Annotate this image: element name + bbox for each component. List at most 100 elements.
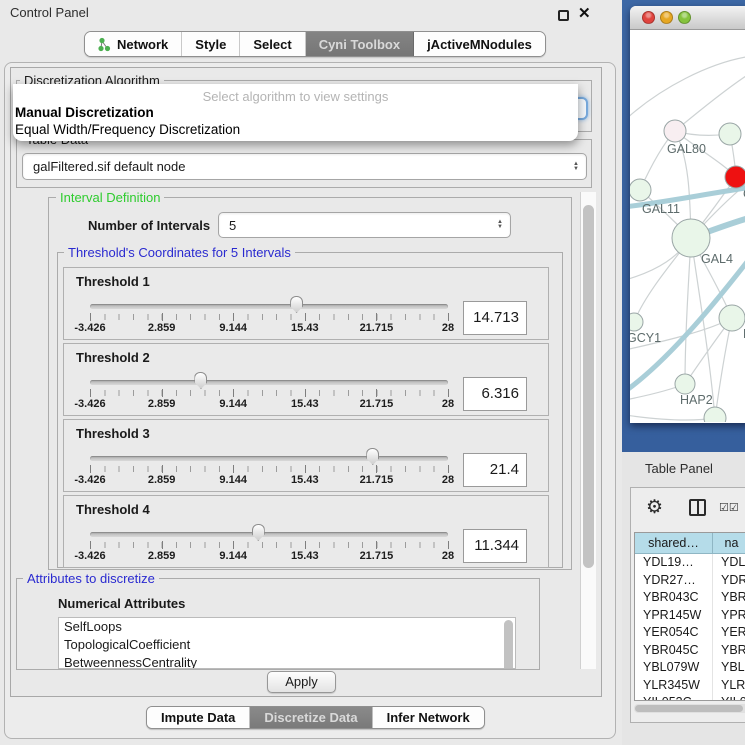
column-layout-icon[interactable] — [689, 499, 706, 516]
table-row[interactable]: YBR045CYBR0 — [635, 642, 745, 660]
table-data-combobox[interactable]: galFiltered.sif default node ▲▼ — [22, 153, 587, 180]
table-row[interactable]: YPR145WYPR1 — [635, 607, 745, 625]
major-tick — [305, 465, 306, 473]
attribute-list-item[interactable]: TopologicalCoefficient — [59, 636, 515, 654]
node-label: GAL80 — [667, 142, 706, 156]
slider-track[interactable] — [90, 456, 448, 461]
table-row[interactable]: YIL053CYIL0 — [635, 694, 745, 701]
list-scrollbar-thumb[interactable] — [504, 620, 513, 669]
bottom-tab-impute-data[interactable]: Impute Data — [147, 707, 250, 728]
algorithm-combobox-focused-edge[interactable] — [578, 97, 588, 120]
major-tick — [376, 389, 377, 397]
attributes-groupbox: Numerical Attributes SelfLoopsTopologica… — [16, 578, 540, 670]
major-tick — [448, 465, 449, 473]
table-row[interactable]: YBR043CYBR0 — [635, 589, 745, 607]
bottom-tab-infer-network[interactable]: Infer Network — [373, 707, 484, 728]
algorithm-dropdown-popup: Select algorithm to view settings Manual… — [13, 84, 578, 141]
cell-shared-name: YIL053C — [635, 694, 713, 701]
slider-track[interactable] — [90, 532, 448, 537]
network-canvas[interactable]: GAL80GGAL11GAL4GCY1HHAP2 — [630, 30, 745, 422]
algorithm-option-equal-width[interactable]: Equal Width/Frequency Discretization — [13, 121, 578, 138]
node-label: GCY1 — [630, 331, 661, 345]
network-node-gal80[interactable] — [664, 120, 686, 142]
network-node[interactable] — [704, 407, 726, 422]
table-row[interactable]: YDR27…YDR2 — [635, 572, 745, 590]
slider-minor-ticks — [90, 314, 449, 320]
content-vertical-scrollbar[interactable] — [580, 192, 596, 669]
algorithm-prompt-item[interactable]: Select algorithm to view settings — [13, 89, 578, 104]
slider-thumb[interactable] — [290, 296, 303, 313]
tab-select[interactable]: Select — [240, 32, 305, 56]
column-header-shared-name[interactable]: shared… — [635, 533, 713, 553]
slider-thumb[interactable] — [366, 448, 379, 465]
slider-minor-ticks — [90, 466, 449, 472]
threshold-value-field[interactable]: 21.4 — [463, 453, 527, 487]
table-row[interactable]: YDL19…YDL1 — [635, 554, 745, 572]
close-traffic-light-icon[interactable] — [642, 11, 655, 24]
scrollbar-thumb[interactable] — [583, 205, 594, 568]
slider-track[interactable] — [90, 304, 448, 309]
network-node-g[interactable] — [725, 166, 745, 188]
cell-shared-name: YDL19… — [635, 554, 713, 572]
tick-label: -3.426 — [63, 398, 117, 410]
close-icon[interactable]: ✕ — [578, 4, 591, 22]
attribute-list-item[interactable]: BetweennessCentrality — [59, 654, 515, 669]
network-node[interactable] — [719, 123, 741, 145]
major-tick — [162, 313, 163, 321]
major-tick — [90, 389, 91, 397]
table-row[interactable]: YLR345WYLR3 — [635, 677, 745, 695]
major-tick — [162, 541, 163, 549]
table-header-row: shared…na — [635, 533, 745, 554]
threshold-value-field[interactable]: 6.316 — [463, 377, 527, 411]
tab-jactivemnodules[interactable]: jActiveMNodules — [414, 32, 545, 56]
slider-thumb[interactable] — [252, 524, 265, 541]
threshold-value-field[interactable]: 14.713 — [463, 301, 527, 335]
major-tick — [90, 313, 91, 321]
column-header-name[interactable]: na — [713, 533, 745, 553]
network-window-titlebar[interactable] — [630, 6, 745, 30]
select-columns-checkbox-icons[interactable]: ☑☑ — [719, 501, 739, 514]
attribute-list-item[interactable]: SelfLoops — [59, 618, 515, 636]
cell-shared-name: YBL079W — [635, 659, 713, 677]
tab-network[interactable]: Network — [85, 32, 182, 56]
major-tick — [376, 465, 377, 473]
zoom-traffic-light-icon[interactable] — [678, 11, 691, 24]
float-panel-icon[interactable] — [558, 10, 569, 21]
tick-label: 9.144 — [206, 398, 260, 410]
tick-label: -3.426 — [63, 550, 117, 562]
slider-track[interactable] — [90, 380, 448, 385]
major-tick — [90, 541, 91, 549]
tab-style[interactable]: Style — [182, 32, 240, 56]
tick-label: 2.859 — [135, 550, 189, 562]
algorithm-option-manual[interactable]: Manual Discretization — [13, 104, 578, 121]
minimize-traffic-light-icon[interactable] — [660, 11, 673, 24]
table-row[interactable]: YER054CYER0 — [635, 624, 745, 642]
network-node-hap2[interactable] — [675, 374, 695, 394]
major-tick — [376, 313, 377, 321]
network-node-gal11[interactable] — [630, 179, 651, 201]
numerical-attributes-list[interactable]: SelfLoopsTopologicalCoefficientBetweenne… — [58, 617, 516, 669]
number-of-intervals-combobox[interactable]: 5 ▲▼ — [218, 212, 511, 238]
network-node-gcy1[interactable] — [630, 313, 643, 331]
table-horizontal-scrollbar[interactable] — [634, 704, 745, 713]
cell-name: YDR2 — [713, 572, 745, 590]
tick-label: 2.859 — [135, 398, 189, 410]
slider-thumb[interactable] — [194, 372, 207, 389]
cell-shared-name: YER054C — [635, 624, 713, 642]
network-icon — [98, 37, 111, 52]
number-of-intervals-label: Number of Intervals — [88, 218, 210, 233]
apply-button[interactable]: Apply — [267, 671, 336, 693]
bottom-tab-discretize-data[interactable]: Discretize Data — [250, 707, 372, 728]
network-view-window[interactable]: GAL80GGAL11GAL4GCY1HHAP2 — [630, 6, 745, 423]
stepper-arrows-icon: ▲▼ — [497, 220, 503, 230]
scrollbar-thumb[interactable] — [635, 705, 743, 712]
interval-definition-title: Interval Definition — [56, 190, 164, 205]
control-panel-tabbar: NetworkStyleSelectCyni ToolboxjActiveMNo… — [84, 31, 546, 57]
settings-gear-icon[interactable]: ⚙ — [646, 496, 663, 519]
network-node-h[interactable] — [719, 305, 745, 331]
table-row[interactable]: YBL079WYBL0 — [635, 659, 745, 677]
tab-cyni-toolbox[interactable]: Cyni Toolbox — [306, 32, 414, 56]
node-attribute-table[interactable]: shared…naYDL19…YDL1YDR27…YDR2YBR043CYBR0… — [634, 532, 745, 701]
tick-label: 15.43 — [278, 398, 332, 410]
threshold-value-field[interactable]: 11.344 — [463, 529, 527, 563]
